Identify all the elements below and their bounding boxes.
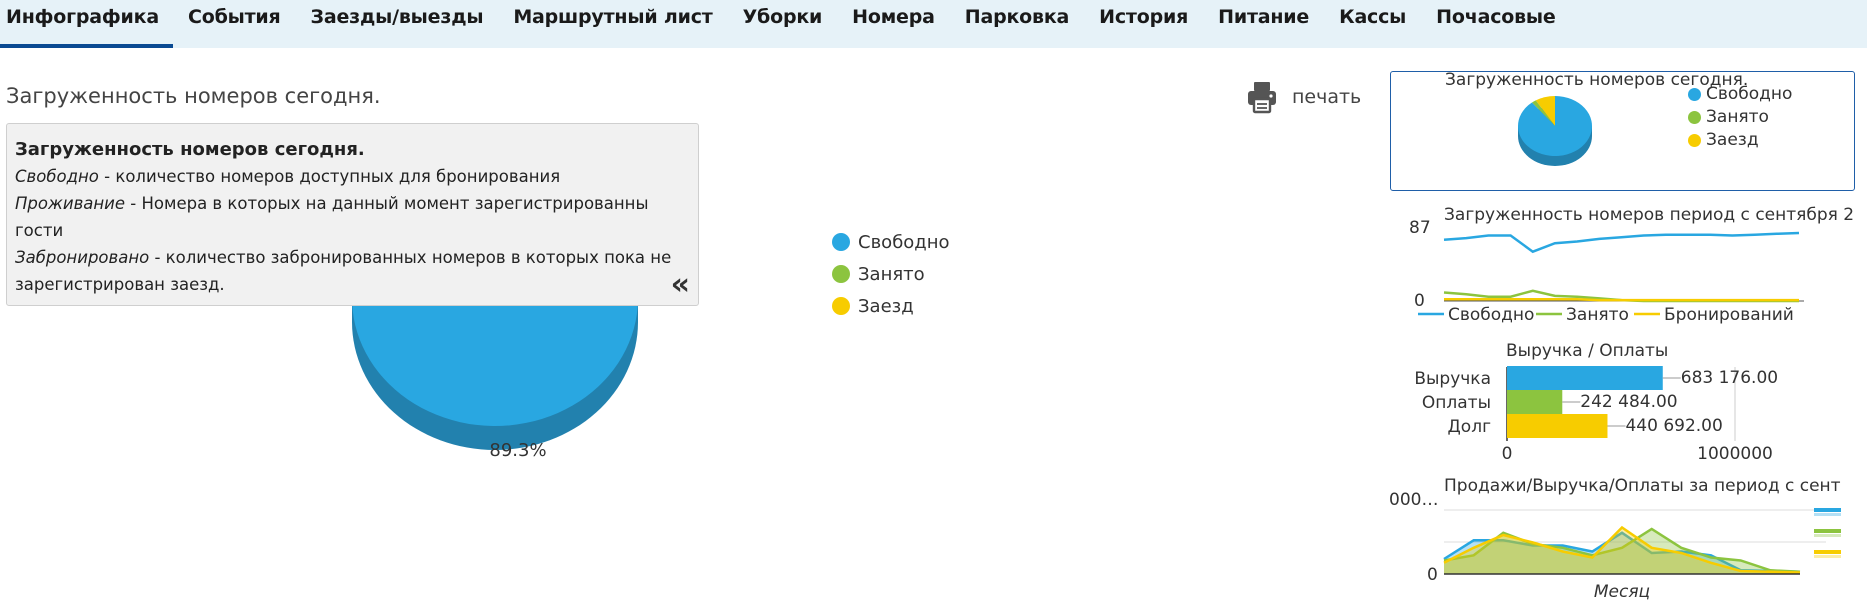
revenue-x-min-label: 0	[1502, 444, 1513, 464]
sales-legend-marker-0[interactable]	[1814, 508, 1841, 512]
tab-9[interactable]: Кассы	[1324, 0, 1421, 48]
revenue-category-label-1: Оплаты	[1422, 393, 1491, 413]
legend-label: Свободно	[858, 231, 950, 253]
tab-bar: Инфографика События Заезды/выезды Маршрутны…	[0, 0, 1867, 48]
tab-5[interactable]: Номера	[837, 0, 950, 48]
sales-legend-area-2	[1814, 555, 1841, 558]
legend-marker	[1688, 110, 1701, 124]
sales-legend-area-0	[1814, 513, 1841, 516]
mini-today-chart[interactable]: Загруженность номеров сегодня. Свободно З…	[1390, 70, 1855, 191]
sales-y-top-label: 000…	[1389, 490, 1438, 510]
info-term-booked: Забронировано	[15, 248, 150, 267]
main-legend-item-1[interactable]: Занято	[832, 258, 950, 290]
legend-label: Заезд	[858, 295, 914, 317]
legend-label: Свободно	[1706, 84, 1793, 104]
mini-today-legend-item-2[interactable]: Заезд	[1688, 130, 1759, 150]
revenue-bar-1[interactable]	[1507, 390, 1563, 414]
info-term-free: Свободно	[15, 167, 99, 186]
legend-marker	[832, 233, 850, 251]
sales-legend-area-1	[1814, 534, 1841, 537]
mini-revenue-plot: Выручка 683 176.00 Оплаты 242 484.00 Долг 440…	[1414, 366, 1778, 464]
mini-period-plot: 87 0 Свободно Занято Бронирований	[1409, 218, 1804, 325]
print-button[interactable]: печать	[1246, 80, 1361, 114]
tab-10[interactable]: Почасовые	[1421, 0, 1570, 48]
print-label: печать	[1292, 86, 1362, 108]
main-pie-data-label: 89.3%	[489, 440, 546, 461]
revenue-x-max-label: 1000000	[1697, 444, 1773, 464]
revenue-data-label-0: 683 176.00	[1681, 368, 1778, 388]
tab-8[interactable]: Питание	[1203, 0, 1324, 48]
info-line-free: Свободно - количество номеров доступных …	[15, 163, 690, 190]
collapse-icon[interactable]: «	[671, 270, 690, 300]
tab-2[interactable]: Заезды/выезды	[296, 0, 499, 48]
mini-period-chart[interactable]: Загруженность номеров период с сентября …	[1404, 203, 1867, 327]
mini-revenue-chart[interactable]: Выручка / Оплаты Выручка 683 176.00 Оплаты…	[1400, 340, 1800, 465]
sales-x-axis-title: Месяц	[1594, 582, 1650, 600]
mini-sales-chart[interactable]: Продажи/Выручка/Оплаты за период с сент …	[1386, 470, 1867, 600]
tab-6[interactable]: Парковка	[950, 0, 1084, 48]
sales-y-zero-label: 0	[1427, 565, 1438, 585]
revenue-category-label-0: Выручка	[1414, 369, 1491, 389]
sales-legend-marker-1[interactable]	[1814, 529, 1841, 533]
info-term-living: Проживание	[15, 194, 126, 213]
period-legend-label-0[interactable]: Свободно	[1448, 305, 1534, 325]
period-series-2[interactable]	[1444, 298, 1799, 302]
sales-legend-marker-2[interactable]	[1814, 550, 1841, 554]
revenue-category-label-2: Долг	[1448, 417, 1492, 437]
period-y-min-label: 0	[1414, 291, 1425, 311]
tab-7[interactable]: История	[1084, 0, 1203, 48]
period-legend-label-1[interactable]: Занято	[1566, 305, 1629, 325]
period-series-0[interactable]	[1443, 231, 1800, 254]
tab-4[interactable]: Уборки	[728, 0, 838, 48]
legend-marker	[832, 297, 850, 315]
tab-0[interactable]: Инфографика	[0, 0, 173, 48]
legend-marker	[1688, 87, 1701, 101]
mini-today-pie	[1518, 96, 1592, 166]
revenue-bar-2[interactable]	[1507, 414, 1608, 438]
mini-pie-slice-0[interactable]	[1518, 96, 1592, 156]
tab-3[interactable]: Маршрутный лист	[498, 0, 727, 48]
period-y-max-label: 87	[1409, 218, 1431, 238]
info-heading: Загруженность номеров сегодня.	[15, 139, 365, 160]
info-line-living: Проживание - Номера в которых на данный …	[15, 190, 690, 244]
revenue-bar-0[interactable]	[1507, 366, 1663, 390]
legend-label: Занято	[858, 263, 925, 285]
mini-today-legend-item-0[interactable]: Свободно	[1688, 84, 1792, 104]
tab-1[interactable]: События	[173, 0, 296, 48]
info-panel: Загруженность номеров сегодня. Свободно …	[6, 123, 699, 306]
main-chart-legend: Свободно Занято Заезд	[832, 226, 950, 322]
main-legend-item-2[interactable]: Заезд	[832, 290, 950, 322]
revenue-data-label-2: 440 692.00	[1625, 416, 1722, 436]
period-legend-label-2[interactable]: Бронирований	[1664, 305, 1794, 325]
revenue-data-label-1: 242 484.00	[1580, 392, 1677, 412]
legend-label: Занято	[1706, 107, 1769, 127]
legend-marker	[1688, 133, 1701, 147]
info-text-free: - количество номеров доступных для брони…	[98, 167, 561, 186]
page-title: Загруженность номеров сегодня.	[6, 84, 381, 108]
printer-icon	[1248, 82, 1276, 114]
main-legend-item-0[interactable]: Свободно	[832, 226, 950, 258]
mini-today-legend-item-1[interactable]: Занято	[1688, 107, 1769, 127]
mini-sales-plot: 000… 0 Месяц	[1389, 490, 1841, 600]
info-line-booked: Забронировано - количество забронированн…	[15, 244, 675, 298]
legend-marker	[832, 265, 850, 283]
legend-label: Заезд	[1706, 130, 1759, 150]
